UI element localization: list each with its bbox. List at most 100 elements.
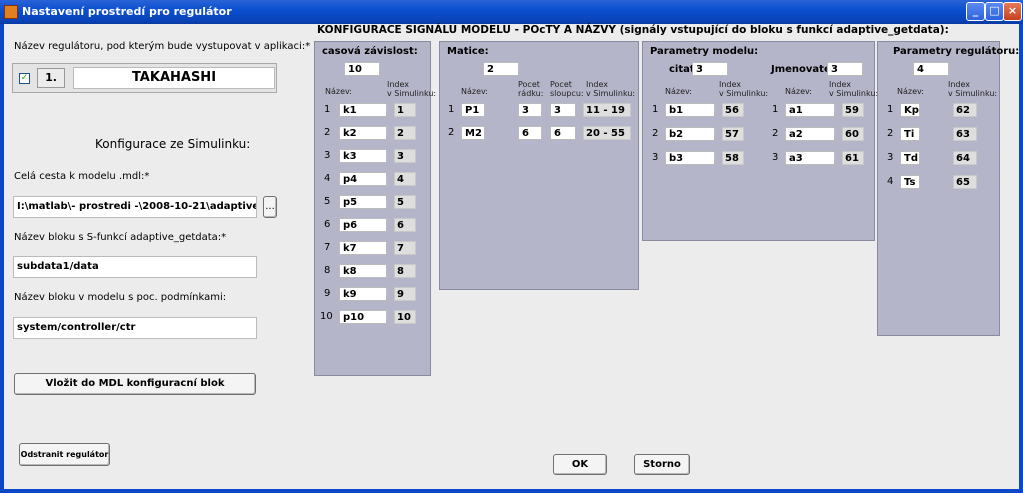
reg-param-name-input[interactable]: Td xyxy=(900,151,920,165)
model-den-col-index-header: Index v Simulinku: xyxy=(829,80,879,98)
model-den-row-number: 2 xyxy=(772,128,779,139)
remove-regulator-button[interactable]: Odstranit regulátor xyxy=(19,443,110,466)
reg-name-input[interactable]: TAKAHASHI xyxy=(73,67,275,89)
time-signal-name-input[interactable]: p4 xyxy=(339,172,387,186)
mdl-path-label: Celá cesta k modelu .mdl:* xyxy=(14,171,150,182)
matrix-name-input[interactable]: M2 xyxy=(461,126,485,140)
matrix-name-input[interactable]: P1 xyxy=(461,103,485,117)
reg-param-index-readonly: 63 xyxy=(953,127,977,141)
time-dependency-panel: casová závislost: 10 Název: Index v Simul… xyxy=(314,41,436,376)
reg-param-index-readonly: 62 xyxy=(953,103,977,117)
time-row-number: 1 xyxy=(324,104,331,115)
reg-param-name-input[interactable]: Ts xyxy=(900,175,920,189)
model-num-row-number: 2 xyxy=(652,128,659,139)
matrix-col-rows-header: Pocet rádku: xyxy=(518,80,544,98)
maximize-button[interactable]: □ xyxy=(985,2,1004,21)
matrix-panel-title: Matice: xyxy=(447,46,489,57)
time-signal-index-readonly: 4 xyxy=(394,172,416,186)
time-row-number: 4 xyxy=(324,173,331,184)
time-signal-index-readonly: 1 xyxy=(394,103,416,117)
numerator-index-readonly: 57 xyxy=(722,127,744,141)
time-row-number: 7 xyxy=(324,242,331,253)
reg-col-index-header: Index v Simulinku: xyxy=(948,80,998,98)
matrix-rows-input[interactable]: 3 xyxy=(518,103,542,117)
init-block-label: Název bloku v modelu s poc. podmínkami: xyxy=(14,292,227,303)
time-signal-index-readonly: 7 xyxy=(394,241,416,255)
window-frame-bottom xyxy=(0,489,1023,493)
matrix-row-number: 2 xyxy=(448,127,455,138)
model-den-row-number: 1 xyxy=(772,104,779,115)
matrix-panel: Matice: 2 Název: Pocet rádku: Pocet sloupc… xyxy=(439,41,639,290)
reg-entry-box: ✓ 1. TAKAHASHI xyxy=(12,63,277,93)
init-block-input[interactable]: system/controller/ctr xyxy=(13,317,257,339)
time-signal-name-input[interactable]: k3 xyxy=(339,149,387,163)
reg-count-input[interactable]: 4 xyxy=(913,62,949,76)
reg-row-number: 1 xyxy=(887,104,894,115)
denominator-name-input[interactable]: a2 xyxy=(785,127,835,141)
time-row-number: 5 xyxy=(324,196,331,207)
time-signal-name-input[interactable]: k7 xyxy=(339,241,387,255)
time-signal-name-input[interactable]: k9 xyxy=(339,287,387,301)
time-signal-name-input[interactable]: k8 xyxy=(339,264,387,278)
sfunc-block-label: Název bloku s S-funkcí adaptive_getdata:… xyxy=(14,232,227,243)
reg-index-label: 1. xyxy=(37,68,65,88)
denominator-name-input[interactable]: a1 xyxy=(785,103,835,117)
matrix-rows-input[interactable]: 6 xyxy=(518,126,542,140)
time-signal-index-readonly: 6 xyxy=(394,218,416,232)
reg-row-number: 3 xyxy=(887,152,894,163)
model-num-row-number: 1 xyxy=(652,104,659,115)
time-signal-index-readonly: 9 xyxy=(394,287,416,301)
matrix-count-input[interactable]: 2 xyxy=(483,62,519,76)
close-button[interactable]: × xyxy=(1003,2,1022,21)
ok-button[interactable]: OK xyxy=(553,454,607,475)
time-signal-index-readonly: 3 xyxy=(394,149,416,163)
browse-mdl-button[interactable]: ... xyxy=(263,196,277,218)
time-count-input[interactable]: 10 xyxy=(344,62,380,76)
minimize-button[interactable]: _ xyxy=(966,2,985,21)
matrix-index-readonly: 11 - 19 xyxy=(583,103,631,117)
time-row-number: 2 xyxy=(324,127,331,138)
time-signal-index-readonly: 5 xyxy=(394,195,416,209)
reg-param-name-input[interactable]: Ti xyxy=(900,127,920,141)
model-params-panel: Parametry modelu: citatel: 3 Jmenovatel:… xyxy=(642,41,879,241)
numerator-index-readonly: 58 xyxy=(722,151,744,165)
time-signal-name-input[interactable]: p10 xyxy=(339,310,387,324)
dialog-client-area: Název regulátoru, pod kterým bude vystup… xyxy=(4,24,1019,489)
reg-name-label: Název regulátoru, pod kterým bude vystup… xyxy=(14,41,311,52)
reg-param-index-readonly: 65 xyxy=(953,175,977,189)
denominator-count-input[interactable]: 3 xyxy=(827,62,863,76)
denominator-index-readonly: 61 xyxy=(842,151,864,165)
model-den-row-number: 3 xyxy=(772,152,779,163)
model-num-col-index-header: Index v Simulinku: xyxy=(719,80,769,98)
model-den-col-name-header: Název: xyxy=(785,87,812,96)
regulator-params-panel: Parametry regulátoru: 4 Název: Index v Si… xyxy=(877,41,1019,336)
time-col-index-header: Index v Simulinku: xyxy=(387,80,437,98)
time-signal-name-input[interactable]: p6 xyxy=(339,218,387,232)
mdl-path-input[interactable]: I:\matlab\- prostredi -\2008-10-21\adapt… xyxy=(13,196,257,218)
time-row-number: 3 xyxy=(324,150,331,161)
sfunc-block-input[interactable]: subdata1/data xyxy=(13,256,257,278)
insert-mdl-config-block-button[interactable]: Vložit do MDL konfiguracní blok xyxy=(14,373,256,395)
reg-row-number: 4 xyxy=(887,176,894,187)
reg-row-number: 2 xyxy=(887,128,894,139)
matrix-cols-input[interactable]: 6 xyxy=(550,126,576,140)
numerator-count-input[interactable]: 3 xyxy=(692,62,728,76)
numerator-name-input[interactable]: b3 xyxy=(665,151,715,165)
time-signal-index-readonly: 2 xyxy=(394,126,416,140)
reg-enabled-checkbox[interactable]: ✓ xyxy=(19,73,30,84)
numerator-name-input[interactable]: b1 xyxy=(665,103,715,117)
model-panel-title: Parametry modelu: xyxy=(650,46,759,57)
reg-col-name-header: Název: xyxy=(897,87,924,96)
matrix-col-cols-header: Pocet sloupcu: xyxy=(550,80,584,98)
time-signal-name-input[interactable]: p5 xyxy=(339,195,387,209)
simulink-config-heading: Konfigurace ze Simulinku: xyxy=(95,137,251,151)
time-signal-index-readonly: 8 xyxy=(394,264,416,278)
matrix-cols-input[interactable]: 3 xyxy=(550,103,576,117)
title-bar: Nastavení prostredí pro regulátor _ □ × xyxy=(0,0,1023,24)
cancel-button[interactable]: Storno xyxy=(634,454,690,475)
reg-param-name-input[interactable]: Kp xyxy=(900,103,920,117)
denominator-name-input[interactable]: a3 xyxy=(785,151,835,165)
time-signal-name-input[interactable]: k2 xyxy=(339,126,387,140)
time-signal-name-input[interactable]: k1 xyxy=(339,103,387,117)
numerator-name-input[interactable]: b2 xyxy=(665,127,715,141)
